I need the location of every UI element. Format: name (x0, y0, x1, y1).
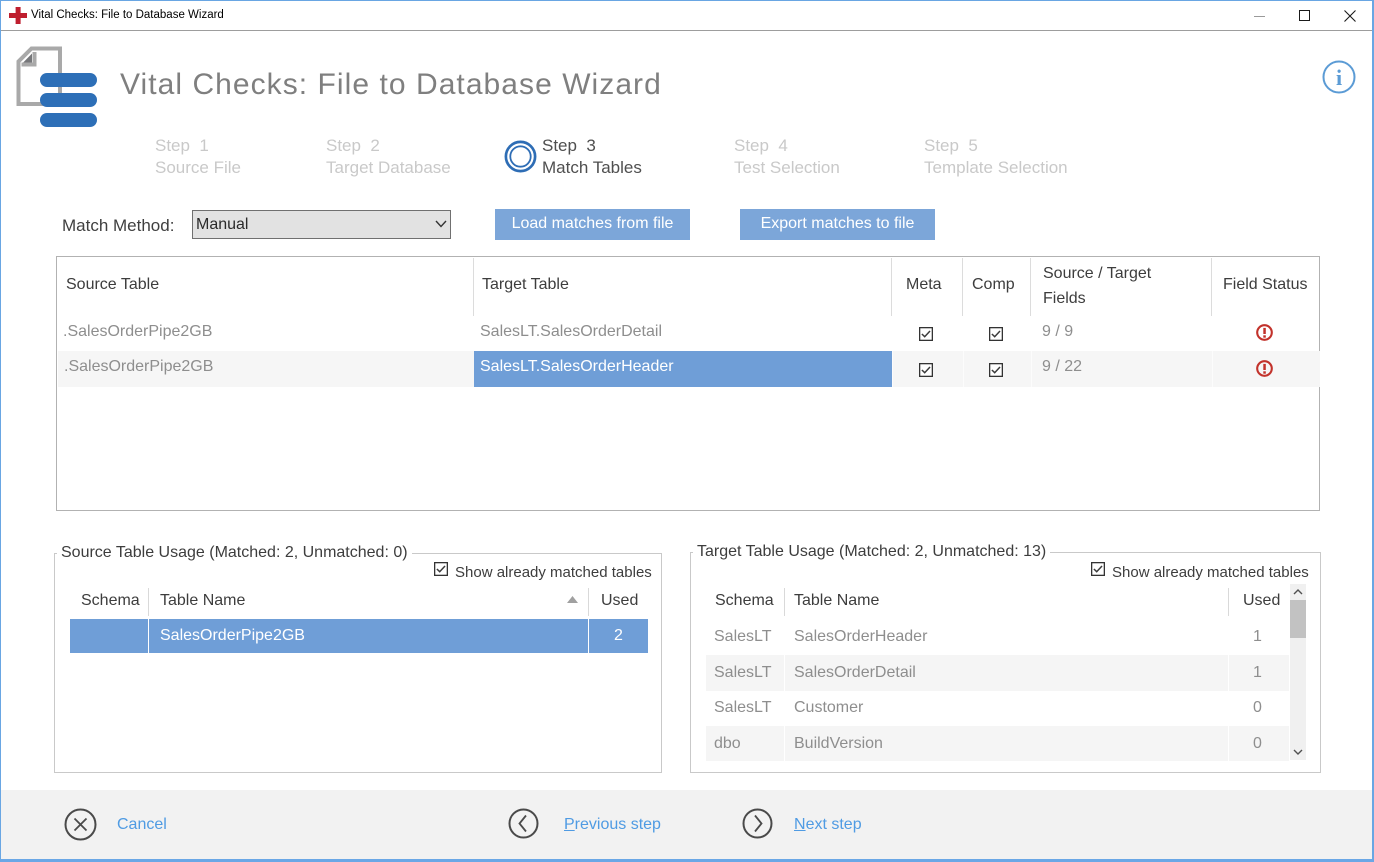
svg-text:i: i (1336, 65, 1342, 90)
